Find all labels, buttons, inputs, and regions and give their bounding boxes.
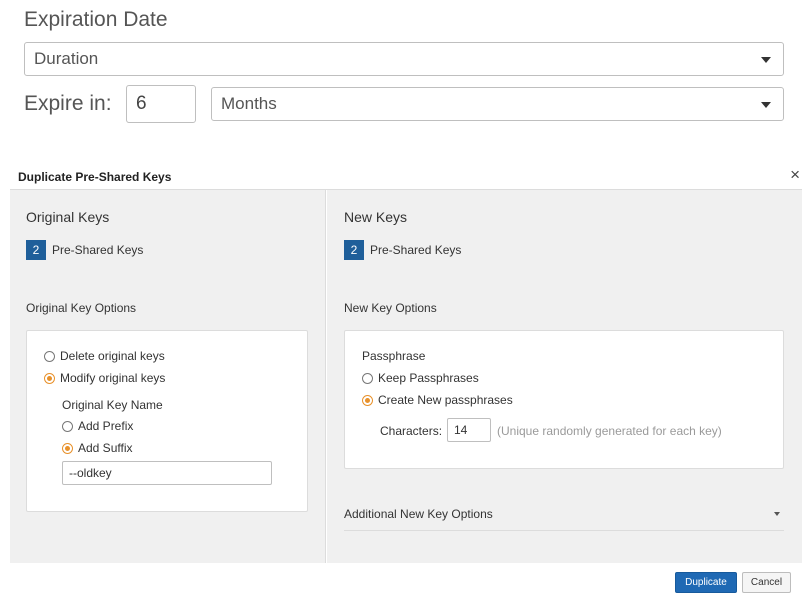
modal-header: Duplicate Pre-Shared Keys × — [10, 165, 802, 189]
add-suffix-label: Add Suffix — [78, 441, 133, 455]
delete-original-label: Delete original keys — [60, 349, 165, 363]
original-key-name-heading: Original Key Name — [62, 398, 163, 412]
chevron-down-icon — [774, 512, 780, 516]
duration-select[interactable]: Duration — [24, 42, 784, 76]
new-count-badge: 2 — [344, 240, 364, 260]
create-passphrases-radio[interactable]: Create New passphrases — [362, 393, 513, 407]
characters-label: Characters: — [380, 424, 443, 438]
original-key-options-heading: Original Key Options — [26, 301, 137, 315]
new-count-label: Pre-Shared Keys — [370, 243, 462, 257]
add-suffix-radio[interactable]: Add Suffix — [62, 441, 132, 455]
new-keys-heading: New Keys — [344, 209, 408, 225]
expire-in-value: 6 — [136, 93, 147, 114]
suffix-input-value: --oldkey — [69, 466, 112, 480]
chevron-down-icon — [761, 102, 771, 108]
passphrase-heading: Passphrase — [362, 349, 426, 363]
time-unit-select[interactable]: Months — [211, 87, 784, 121]
modal-title: Duplicate Pre-Shared Keys — [18, 170, 172, 184]
duration-select-value: Duration — [34, 49, 99, 68]
delete-original-radio[interactable]: Delete original keys — [44, 349, 165, 363]
additional-options-toggle[interactable]: Additional New Key Options — [344, 497, 784, 531]
radio-checked-icon — [62, 442, 73, 454]
original-count-badge: 2 — [26, 240, 46, 260]
radio-unchecked-icon — [362, 372, 373, 384]
characters-input[interactable]: 14 — [447, 418, 491, 442]
expire-in-input[interactable]: 6 — [126, 85, 196, 123]
additional-options-label: Additional New Key Options — [344, 507, 493, 521]
new-key-options-heading: New Key Options — [344, 301, 437, 315]
add-prefix-label: Add Prefix — [78, 419, 134, 433]
expire-in-label: Expire in: — [24, 92, 112, 115]
add-prefix-radio[interactable]: Add Prefix — [62, 419, 133, 433]
duplicate-button[interactable]: Duplicate — [675, 572, 737, 593]
radio-checked-icon — [44, 372, 55, 384]
suffix-input[interactable]: --oldkey — [62, 461, 272, 485]
radio-checked-icon — [362, 394, 373, 406]
cancel-button[interactable]: Cancel — [742, 572, 791, 593]
close-icon[interactable]: × — [790, 165, 800, 185]
original-count-label: Pre-Shared Keys — [52, 243, 144, 257]
modify-original-radio[interactable]: Modify original keys — [44, 371, 165, 385]
keep-passphrases-radio[interactable]: Keep Passphrases — [362, 371, 479, 385]
radio-unchecked-icon — [62, 420, 73, 432]
keep-passphrases-label: Keep Passphrases — [378, 371, 479, 385]
characters-hint: (Unique randomly generated for each key) — [497, 424, 722, 438]
original-keys-heading: Original Keys — [26, 209, 110, 225]
characters-input-value: 14 — [454, 423, 468, 437]
create-passphrases-label: Create New passphrases — [378, 393, 513, 407]
time-unit-select-value: Months — [221, 94, 277, 113]
chevron-down-icon — [761, 57, 771, 63]
expiration-date-title: Expiration Date — [24, 8, 168, 31]
radio-unchecked-icon — [44, 350, 55, 362]
modify-original-label: Modify original keys — [60, 371, 166, 385]
